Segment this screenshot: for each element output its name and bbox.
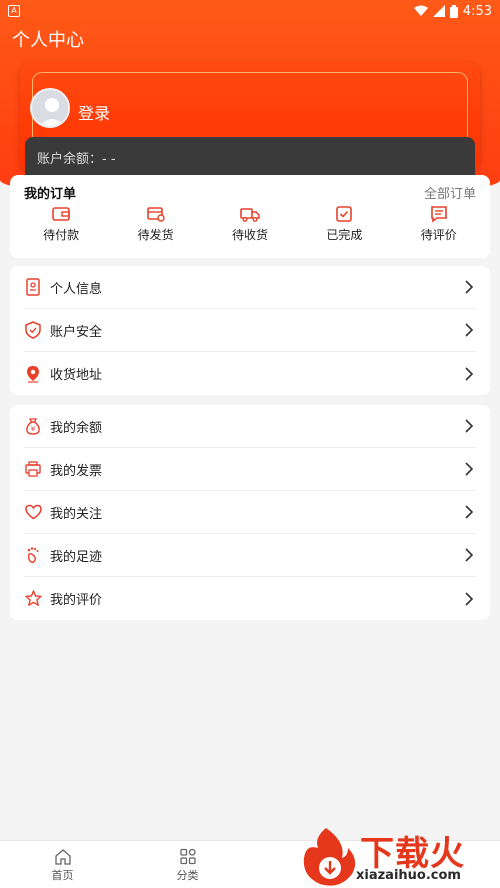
avatar[interactable] [30,88,70,128]
page-title: 个人中心 [12,30,84,51]
menu-item-label: 个人信息 [50,281,103,297]
menu-item-my-balance[interactable]: ¥ 我的余额 [24,405,476,448]
signal-icon [432,5,445,17]
order-status-label: 待收货 [231,228,268,242]
menu-item-label: 收货地址 [50,368,103,383]
tab-category[interactable]: 分类 [125,841,250,888]
account-balance-text: 账户余额：- - [37,152,116,167]
truck-icon [240,208,260,222]
chevron-right-icon [465,591,474,606]
order-status-label: 已完成 [326,228,363,242]
category-grid-icon [179,848,196,865]
menu-item-my-follows[interactable]: 我的关注 [24,491,476,534]
shipping-box-icon [146,207,165,222]
order-status-completed[interactable]: 已完成 [299,205,389,243]
menu-item-account-security[interactable]: 账户安全 [24,309,476,352]
menu-item-label: 账户安全 [50,324,103,340]
review-message-icon [430,206,447,223]
menu-item-label: 我的发票 [50,463,103,479]
status-bar: A 4:53 [0,0,500,22]
menu-item-shipping-address[interactable]: 收货地址 [24,352,476,395]
watermark: 下载火 xiazaihuo.com [296,820,500,888]
account-balance-bar[interactable]: 账户余额：- - [25,137,475,177]
flame-logo-icon [303,828,356,886]
wallet-icon [52,207,70,221]
menu-item-personal-info[interactable]: 个人信息 [24,266,476,309]
chevron-right-icon [465,505,474,519]
svg-text:¥: ¥ [31,425,36,433]
star-icon [24,590,42,606]
order-status-pending-shipment[interactable]: 待发货 [111,205,201,243]
app-notification-icon: A [8,5,20,17]
menu-item-label: 我的足迹 [50,549,103,565]
order-status-label: 待付款 [43,228,80,242]
order-status-pending-receipt[interactable]: 待收货 [205,205,295,243]
order-status-pending-payment[interactable]: 待付款 [16,205,106,243]
menu-item-label: 我的评价 [50,593,103,608]
wifi-icon [413,5,428,16]
tab-label: 分类 [176,869,199,882]
account-menu-card: 个人信息 账户安全 收货地址 [10,266,490,395]
home-icon [54,849,71,865]
login-button[interactable]: 登录 [78,100,110,124]
completed-check-icon [336,206,353,222]
menu-item-my-invoice[interactable]: 我的发票 [24,448,476,491]
menu-item-my-reviews[interactable]: 我的评价 [24,577,476,620]
order-status-label: 待评价 [420,228,457,242]
money-bag-icon: ¥ [26,418,40,435]
chevron-right-icon [465,366,474,381]
tab-home[interactable]: 首页 [0,841,125,888]
all-orders-link[interactable]: 全部订单 [424,183,476,205]
order-status-pending-review[interactable]: 待评价 [394,205,484,243]
chevron-right-icon [465,323,474,337]
tab-label: 首页 [51,869,74,882]
chevron-right-icon [465,462,474,476]
menu-item-label: 我的关注 [50,506,103,522]
chevron-right-icon [465,548,474,562]
chevron-right-icon [465,280,474,294]
my-orders-card: 我的订单 全部订单 待付款 待发货 待收货 已完成 待评价 [10,175,490,258]
my-orders-title: 我的订单 [24,187,77,202]
heart-icon [24,504,42,520]
invoice-printer-icon [25,461,41,477]
status-time: 4:53 [462,3,492,19]
shield-check-icon [25,321,41,339]
battery-icon [449,4,458,18]
watermark-url: xiazaihuo.com [356,868,461,883]
order-status-label: 待发货 [137,228,174,242]
footprint-icon [27,547,39,563]
chevron-right-icon [465,419,474,433]
my-menu-card: ¥ 我的余额 我的发票 我的关注 我的足迹 我的评价 [10,405,490,620]
location-pin-icon [27,365,39,383]
menu-item-my-footprints[interactable]: 我的足迹 [24,534,476,577]
profile-document-icon [26,278,40,296]
menu-item-label: 我的余额 [50,420,103,436]
